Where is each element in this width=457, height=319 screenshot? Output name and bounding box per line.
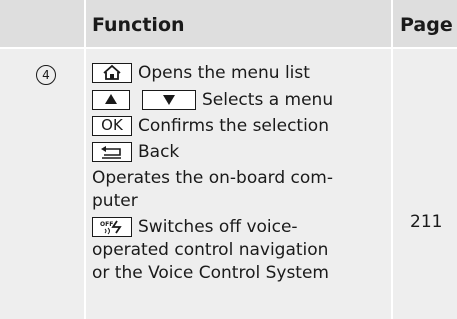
voice-off-key: OFF [92, 217, 132, 237]
home-icon [103, 64, 121, 80]
column-divider [84, 0, 86, 319]
line-operates-2: puter [92, 190, 138, 213]
operates-text-1: Operates the on-board com- [92, 168, 333, 188]
line-operates-1: Operates the on-board com- [92, 167, 333, 190]
back-icon [101, 146, 121, 159]
select-text: Selects a menu [202, 90, 334, 110]
up-key [92, 90, 130, 110]
function-column-header: Function [92, 14, 185, 36]
number-cell: 4 [0, 49, 84, 319]
function-cell: Opens the menu list Selects a menu OK Con… [86, 49, 391, 319]
page-column-header: Page [400, 14, 453, 36]
table-header: Function Page [0, 0, 457, 49]
home-key [92, 63, 132, 83]
function-table: Function Page 4 Opens the menu list Sele… [0, 0, 457, 319]
line-home: Opens the menu list [92, 62, 310, 85]
svg-text:OFF: OFF [100, 221, 113, 228]
line-voice-1: OFF Switches off voice- [92, 216, 298, 239]
down-key [142, 90, 196, 110]
page-number: 211 [410, 212, 443, 232]
operates-text-2: puter [92, 191, 138, 211]
page-cell: 211 [393, 49, 457, 319]
line-confirm: OK Confirms the selection [92, 115, 329, 138]
line-back: Back [92, 141, 179, 164]
line-select: Selects a menu [92, 89, 333, 112]
voice-text-2: operated control navigation [92, 240, 329, 260]
voice-off-icon: OFF [100, 220, 122, 235]
ok-key: OK [92, 116, 132, 136]
line-voice-2: operated control navigation [92, 239, 328, 262]
voice-text-3: or the Voice Control System [92, 263, 329, 283]
up-arrow-icon [105, 94, 117, 104]
table-row: 4 Opens the menu list Selects a menu OK … [0, 49, 457, 319]
line-voice-3: or the Voice Control System [92, 262, 329, 285]
column-divider [391, 0, 393, 319]
circled-number: 4 [36, 65, 56, 85]
back-text: Back [138, 142, 180, 162]
voice-text-1: Switches off voice- [138, 217, 298, 237]
down-arrow-icon [163, 95, 175, 105]
confirm-text: Confirms the selection [138, 116, 329, 136]
home-text: Opens the menu list [138, 63, 310, 83]
back-key [92, 142, 132, 162]
